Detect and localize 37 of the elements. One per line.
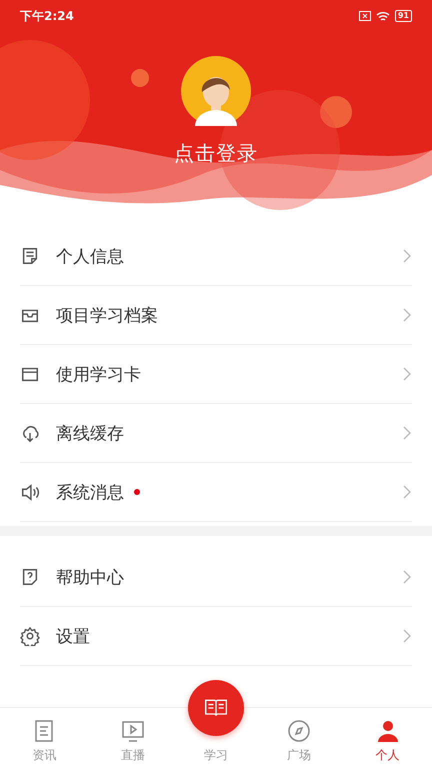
chevron-icon	[402, 569, 412, 585]
chevron-icon	[402, 484, 412, 500]
nav-tab[interactable]: 个人	[343, 708, 432, 768]
study-button[interactable]	[188, 680, 244, 736]
menu-label: 项目学习档案	[56, 304, 158, 326]
note-icon	[20, 246, 40, 266]
chevron-icon	[402, 628, 412, 644]
menu-label: 使用学习卡	[56, 364, 141, 386]
menu-item[interactable]: 使用学习卡	[20, 345, 412, 404]
menu-item[interactable]: 设置	[20, 607, 412, 666]
cloud-download-icon	[20, 423, 40, 443]
play-screen-icon	[121, 719, 146, 743]
compass-icon	[286, 719, 311, 743]
menu-item[interactable]: 个人信息	[20, 227, 412, 286]
status-time: 下午2:24	[20, 8, 74, 24]
settings-icon	[20, 626, 40, 646]
wifi-icon	[376, 10, 390, 22]
chevron-icon	[402, 425, 412, 441]
chevron-icon	[402, 366, 412, 382]
menu-label: 帮助中心	[56, 566, 124, 588]
chevron-icon	[402, 307, 412, 323]
chevron-icon	[402, 248, 412, 264]
menu-label: 个人信息	[56, 246, 124, 268]
menu-item[interactable]: 离线缓存	[20, 404, 412, 463]
menu-label: 系统消息	[56, 482, 124, 504]
menu-label: 设置	[56, 626, 90, 648]
person-icon	[376, 719, 400, 743]
avatar-icon[interactable]	[181, 56, 251, 126]
login-link[interactable]: 点击登录	[174, 140, 258, 167]
menu-item[interactable]: 帮助中心	[20, 548, 412, 607]
help-icon	[20, 567, 40, 587]
menu-label: 离线缓存	[56, 422, 124, 444]
battery-level: 91	[394, 10, 412, 22]
sim-icon	[358, 11, 371, 21]
menu-item[interactable]: 项目学习档案	[20, 286, 412, 345]
speaker-icon	[20, 482, 40, 502]
menu-item[interactable]: 系统消息	[20, 463, 412, 522]
